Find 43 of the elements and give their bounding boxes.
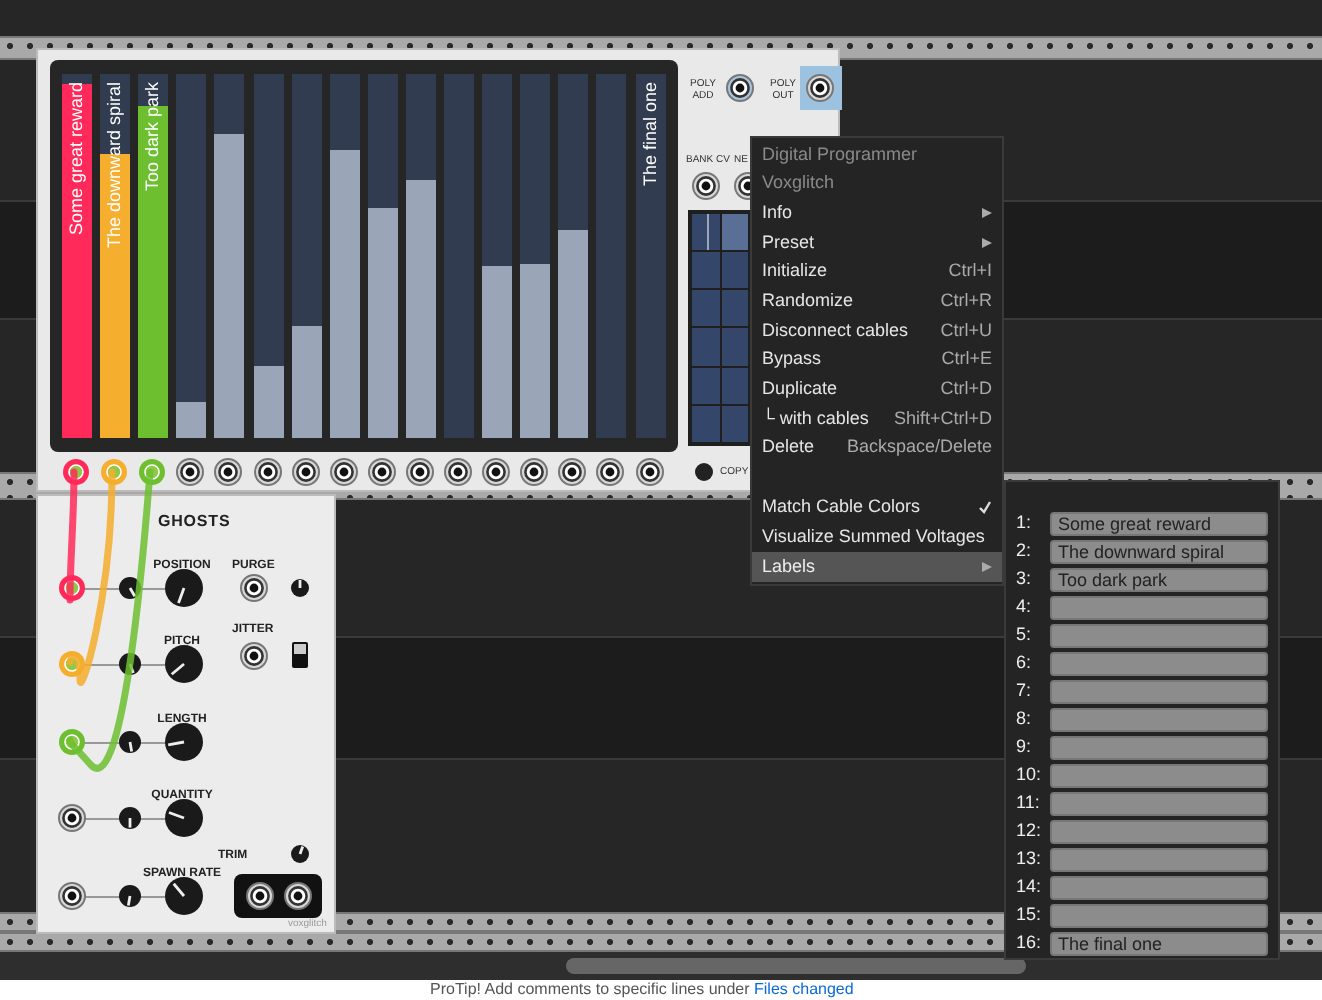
slider-label: The final one	[637, 82, 661, 187]
label-field[interactable]: The final one	[1050, 932, 1268, 956]
label-number: 4:	[1016, 594, 1034, 621]
menu-item[interactable]: Visualize Summed Voltages	[752, 522, 1002, 552]
menu-item[interactable]: Duplicate Ctrl+D	[752, 375, 1002, 405]
menu-item[interactable]: Match Cable Colors	[752, 493, 1002, 523]
label-number: 3:	[1016, 566, 1034, 593]
label-number: 2:	[1016, 538, 1034, 565]
label-field[interactable]: Too dark park	[1050, 568, 1268, 592]
label-number: 11:	[1016, 790, 1042, 817]
label-number: 10:	[1016, 762, 1044, 789]
label-number: 16:	[1016, 930, 1044, 957]
menu-header: Voxglitch	[760, 170, 837, 197]
protip-text: ProTip! Add comments to specific lines under Files changed	[430, 980, 854, 1000]
label-field[interactable]: The downward spiral	[1050, 540, 1268, 564]
files-changed-link[interactable]: Files changed	[754, 980, 854, 998]
label-field[interactable]: Some great reward	[1050, 512, 1268, 536]
label-number: 14:	[1016, 874, 1044, 901]
slider-label: The downward spiral	[102, 82, 127, 249]
menu-item[interactable]: Initialize Ctrl+I	[752, 257, 1002, 287]
menu-item[interactable]: Disconnect cables Ctrl+U	[752, 316, 1002, 346]
menu-item[interactable]: Preset	[752, 228, 1002, 258]
slider-track[interactable]: Some great reward	[62, 74, 92, 438]
slider-label: Too dark park	[140, 82, 165, 192]
menu-item[interactable]: Randomize Ctrl+R	[752, 286, 1002, 317]
label-number: 8:	[1016, 706, 1034, 733]
label-number: 5:	[1016, 622, 1034, 649]
label-number: 1:	[1016, 510, 1034, 537]
menu-item[interactable]: └ with cables Shift+Ctrl+D	[752, 404, 1002, 434]
menu-item[interactable]: Delete Backspace/Delete	[752, 433, 1002, 464]
module-title: GHOSTS	[158, 510, 231, 534]
label-number: 7:	[1016, 678, 1034, 705]
label-number: 15:	[1016, 902, 1044, 929]
label-number: 9:	[1016, 734, 1034, 761]
label-number: 6:	[1016, 650, 1034, 677]
label-number: 12:	[1016, 818, 1044, 845]
menu-header: Digital Programmer	[760, 141, 920, 168]
menu-item[interactable]: Labels	[752, 551, 1002, 582]
menu-item[interactable]: Info	[752, 198, 1002, 229]
slider-track[interactable]: The final one	[635, 74, 665, 438]
slider-label: Some great reward	[64, 82, 88, 236]
label-number: 13:	[1016, 846, 1044, 873]
menu-item[interactable]: Bypass Ctrl+E	[752, 345, 1002, 375]
